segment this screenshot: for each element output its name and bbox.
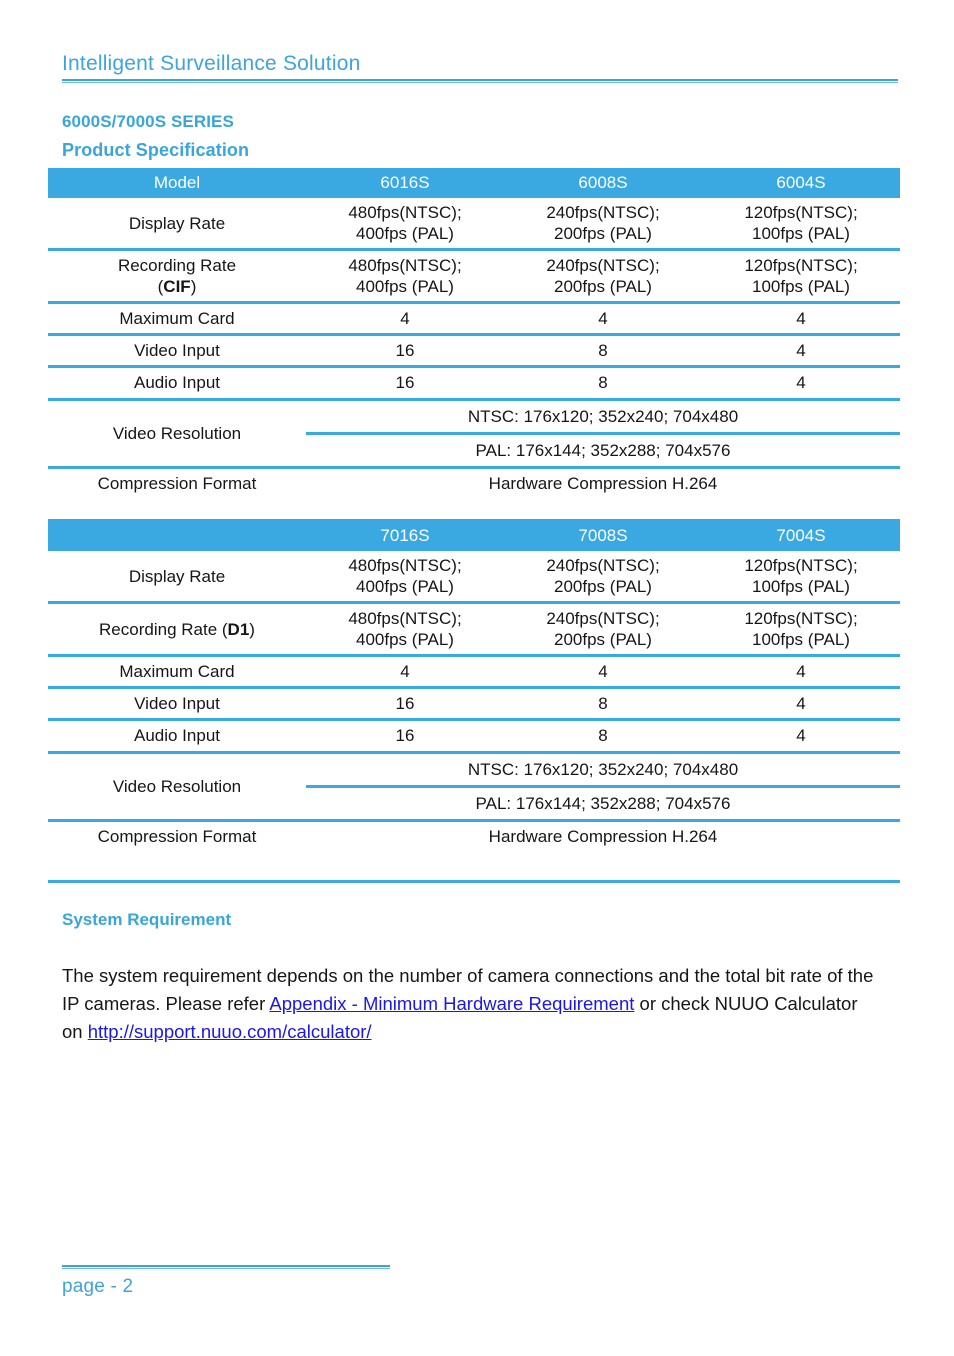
row-label-video-input: Video Input bbox=[48, 686, 306, 720]
column-header-model: Model bbox=[48, 168, 306, 198]
cell-video-input-7016s: 16 bbox=[306, 686, 504, 720]
table-row: Recording Rate (D1) 480fps(NTSC); 400fps … bbox=[48, 601, 900, 656]
table-header-row: Model 6016S 6008S 6004S bbox=[48, 168, 900, 198]
cell-recording-rate-6008s: 240fps(NTSC); 200fps (PAL) bbox=[504, 248, 702, 303]
cell-video-input-6004s: 4 bbox=[702, 333, 900, 367]
system-requirement-heading: System Requirement bbox=[62, 910, 232, 929]
document-page: Intelligent Surveillance Solution 6000S/… bbox=[0, 0, 954, 1356]
row-label-video-input: Video Input bbox=[48, 333, 306, 367]
row-label-prefix: Recording Rate ( bbox=[99, 619, 228, 639]
cell-display-rate-6004s: 120fps(NTSC); 100fps (PAL) bbox=[744, 203, 858, 244]
row-label-recording-rate-cif: Recording Rate (CIF) bbox=[48, 248, 306, 303]
cell-video-input-7004s: 4 bbox=[702, 686, 900, 720]
cell-display-rate-7004s: 120fps(NTSC); 100fps (PAL) bbox=[744, 556, 858, 597]
cell-video-resolution: NTSC: 176x120; 352x240; 704x480 PAL: 176… bbox=[306, 750, 900, 821]
cell-audio-input-6004s: 4 bbox=[702, 365, 900, 400]
table-row: Compression Format Hardware Compression … bbox=[48, 818, 900, 851]
cell-video-input-6016s: 16 bbox=[306, 333, 504, 367]
table-row: Video Resolution NTSC: 176x120; 352x240;… bbox=[48, 397, 900, 468]
table-row: Compression Format Hardware Compression … bbox=[48, 465, 900, 498]
cell-maximum-card-7016s: 4 bbox=[306, 654, 504, 688]
cell-recording-rate-7008s: 240fps(NTSC); 200fps (PAL) bbox=[504, 601, 702, 656]
cell-recording-rate-6016s: 480fps(NTSC); 400fps (PAL) bbox=[306, 248, 504, 303]
table-row: Audio Input 16 8 4 bbox=[48, 365, 900, 400]
column-header-6004s: 6004S bbox=[702, 168, 900, 198]
document-header: Intelligent Surveillance Solution bbox=[62, 52, 898, 84]
footer-divider bbox=[62, 1265, 390, 1270]
table-header-row: 7016S 7008S 7004S bbox=[48, 521, 900, 551]
table-row: Display Rate 480fps(NTSC); 400fps (PAL) 2… bbox=[48, 198, 900, 250]
cell-audio-input-6008s: 8 bbox=[504, 365, 702, 400]
cell-video-input-7008s: 8 bbox=[504, 686, 702, 720]
column-header-7016s: 7016S bbox=[306, 521, 504, 551]
row-label-video-resolution: Video Resolution bbox=[48, 750, 306, 821]
spec-table-6000s: Model 6016S 6008S 6004S Display Rate 480… bbox=[48, 168, 900, 498]
row-label-suffix: ) bbox=[249, 619, 255, 639]
column-header-6016s: 6016S bbox=[306, 168, 504, 198]
table-row: Recording Rate (CIF) 480fps(NTSC); 400fps… bbox=[48, 248, 900, 303]
row-label-audio-input: Audio Input bbox=[48, 365, 306, 400]
video-resolution-pal: PAL: 176x144; 352x288; 704x576 bbox=[306, 784, 900, 819]
cell-maximum-card-6004s: 4 bbox=[702, 301, 900, 335]
spec-table-7000s: 7016S 7008S 7004S Display Rate 480fps(NT… bbox=[48, 521, 900, 851]
table-row: Display Rate 480fps(NTSC); 400fps (PAL) 2… bbox=[48, 551, 900, 603]
table-row: Video Input 16 8 4 bbox=[48, 686, 900, 720]
cell-audio-input-7004s: 4 bbox=[702, 718, 900, 753]
cell-audio-input-7016s: 16 bbox=[306, 718, 504, 753]
cell-recording-rate-7016s: 480fps(NTSC); 400fps (PAL) bbox=[306, 601, 504, 656]
system-requirement-paragraph: The system requirement depends on the nu… bbox=[62, 962, 882, 1046]
page-title: Product Specification bbox=[62, 140, 250, 160]
cell-video-input-6008s: 8 bbox=[504, 333, 702, 367]
column-header-7008s: 7008S bbox=[504, 521, 702, 551]
row-label-bold: D1 bbox=[227, 619, 250, 639]
row-label-line2-bold: CIF bbox=[163, 277, 191, 297]
page-number: page - 2 bbox=[62, 1276, 134, 1297]
cell-maximum-card-6016s: 4 bbox=[306, 301, 504, 335]
cell-maximum-card-7008s: 4 bbox=[504, 654, 702, 688]
table-row: Video Resolution NTSC: 176x120; 352x240;… bbox=[48, 750, 900, 821]
row-label-maximum-card: Maximum Card bbox=[48, 301, 306, 335]
cell-compression-format: Hardware Compression H.264 bbox=[306, 818, 900, 851]
cell-display-rate-6016s: 480fps(NTSC); 400fps (PAL) bbox=[348, 203, 462, 244]
video-resolution-ntsc: NTSC: 176x120; 352x240; 704x480 bbox=[467, 406, 739, 426]
cell-maximum-card-6008s: 4 bbox=[504, 301, 702, 335]
video-resolution-ntsc: NTSC: 176x120; 352x240; 704x480 bbox=[467, 759, 739, 779]
cell-recording-rate-6004s: 120fps(NTSC); 100fps (PAL) bbox=[702, 248, 900, 303]
cell-video-resolution: NTSC: 176x120; 352x240; 704x480 PAL: 176… bbox=[306, 397, 900, 468]
row-label-audio-input: Audio Input bbox=[48, 718, 306, 753]
column-header-6008s: 6008S bbox=[504, 168, 702, 198]
cell-audio-input-6016s: 16 bbox=[306, 365, 504, 400]
row-label-compression-format: Compression Format bbox=[48, 818, 306, 851]
row-label-maximum-card: Maximum Card bbox=[48, 654, 306, 688]
table-row: Audio Input 16 8 4 bbox=[48, 718, 900, 753]
series-heading: 6000S/7000S SERIES bbox=[62, 112, 234, 131]
row-label-video-resolution: Video Resolution bbox=[48, 397, 306, 468]
table-row: Maximum Card 4 4 4 bbox=[48, 301, 900, 335]
cell-compression-format: Hardware Compression H.264 bbox=[306, 465, 900, 498]
table-row: Video Input 16 8 4 bbox=[48, 333, 900, 367]
row-label-compression-format: Compression Format bbox=[48, 465, 306, 498]
column-header-blank bbox=[48, 521, 306, 551]
row-label-recording-rate-d1: Recording Rate (D1) bbox=[48, 601, 306, 656]
cell-display-rate-7016s: 480fps(NTSC); 400fps (PAL) bbox=[348, 556, 462, 597]
cell-display-rate-7008s: 240fps(NTSC); 200fps (PAL) bbox=[546, 556, 660, 597]
cell-maximum-card-7004s: 4 bbox=[702, 654, 900, 688]
column-header-7004s: 7004S bbox=[702, 521, 900, 551]
header-divider bbox=[62, 79, 898, 84]
appendix-minimum-hardware-requirement-link[interactable]: Appendix - Minimum Hardware Requirement bbox=[269, 993, 634, 1014]
nuuo-calculator-url-link[interactable]: http://support.nuuo.com/calculator/ bbox=[88, 1021, 372, 1042]
cell-audio-input-7008s: 8 bbox=[504, 718, 702, 753]
table-row: Maximum Card 4 4 4 bbox=[48, 654, 900, 688]
row-label-display-rate: Display Rate bbox=[128, 213, 226, 233]
running-header-title: Intelligent Surveillance Solution bbox=[62, 52, 361, 75]
cell-display-rate-6008s: 240fps(NTSC); 200fps (PAL) bbox=[546, 203, 660, 244]
row-label-display-rate: Display Rate bbox=[128, 566, 226, 586]
row-label-line1: Recording Rate bbox=[117, 256, 237, 276]
table-bottom-rule-7000s bbox=[48, 880, 900, 883]
video-resolution-pal: PAL: 176x144; 352x288; 704x576 bbox=[306, 431, 900, 466]
cell-recording-rate-7004s: 120fps(NTSC); 100fps (PAL) bbox=[702, 601, 900, 656]
row-label-line2-suffix: ) bbox=[190, 277, 197, 297]
